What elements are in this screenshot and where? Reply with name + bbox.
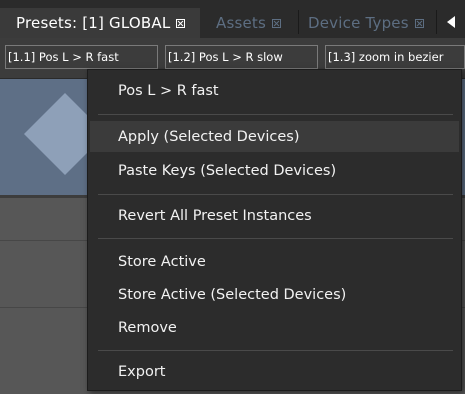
preset-context-menu: Pos L > R fast Apply (Selected Devices) … bbox=[87, 69, 462, 391]
menu-item-revert-all-preset-instances[interactable]: Revert All Preset Instances bbox=[90, 200, 459, 231]
tab-assets[interactable]: Assets bbox=[200, 8, 296, 38]
menu-item-label: Apply (Selected Devices) bbox=[118, 128, 300, 145]
tab-label: Presets: [1] GLOBAL bbox=[16, 14, 171, 32]
preset-button-label: [1.1] Pos L > R fast bbox=[8, 50, 119, 64]
preset-button-1-1[interactable]: [1.1] Pos L > R fast bbox=[5, 45, 158, 69]
menu-separator bbox=[98, 114, 453, 115]
menu-item-label: Paste Keys (Selected Devices) bbox=[118, 162, 337, 179]
scroll-left-arrow-icon[interactable] bbox=[447, 11, 457, 33]
preset-button-label: [1.2] Pos L > R slow bbox=[168, 50, 283, 64]
panel-tab-bar: Presets: [1] GLOBAL Assets Device Types bbox=[0, 0, 465, 38]
menu-item-label: Remove bbox=[118, 319, 177, 336]
menu-item-label: Export bbox=[118, 363, 166, 380]
menu-title: Pos L > R fast bbox=[90, 76, 459, 106]
tab-device-types[interactable]: Device Types bbox=[296, 8, 436, 38]
menu-item-label: Revert All Preset Instances bbox=[118, 207, 312, 224]
tab-label: Assets bbox=[216, 14, 267, 32]
menu-item-label: Store Active (Selected Devices) bbox=[118, 286, 347, 303]
tab-label: Device Types bbox=[308, 14, 409, 32]
close-icon[interactable] bbox=[272, 18, 282, 28]
tab-presets-global[interactable]: Presets: [1] GLOBAL bbox=[0, 8, 200, 38]
menu-item-paste-keys-selected-devices[interactable]: Paste Keys (Selected Devices) bbox=[90, 155, 459, 186]
preset-button-1-3[interactable]: [1.3] zoom in bezier bbox=[325, 45, 465, 69]
tab-divider bbox=[436, 10, 437, 34]
menu-item-store-active[interactable]: Store Active bbox=[90, 246, 459, 277]
preset-button-label: [1.3] zoom in bezier bbox=[328, 50, 444, 64]
menu-item-label: Store Active bbox=[118, 253, 206, 270]
menu-item-store-active-selected-devices[interactable]: Store Active (Selected Devices) bbox=[90, 279, 459, 310]
menu-separator bbox=[98, 194, 453, 195]
menu-item-export[interactable]: Export bbox=[90, 356, 459, 387]
preset-button-1-2[interactable]: [1.2] Pos L > R slow bbox=[165, 45, 318, 69]
menu-title-label: Pos L > R fast bbox=[118, 83, 219, 99]
menu-item-remove[interactable]: Remove bbox=[90, 312, 459, 343]
close-icon[interactable] bbox=[414, 18, 424, 28]
menu-item-apply-selected-devices[interactable]: Apply (Selected Devices) bbox=[90, 121, 459, 152]
close-icon[interactable] bbox=[176, 18, 186, 28]
menu-separator bbox=[98, 238, 453, 239]
menu-separator bbox=[98, 350, 453, 351]
